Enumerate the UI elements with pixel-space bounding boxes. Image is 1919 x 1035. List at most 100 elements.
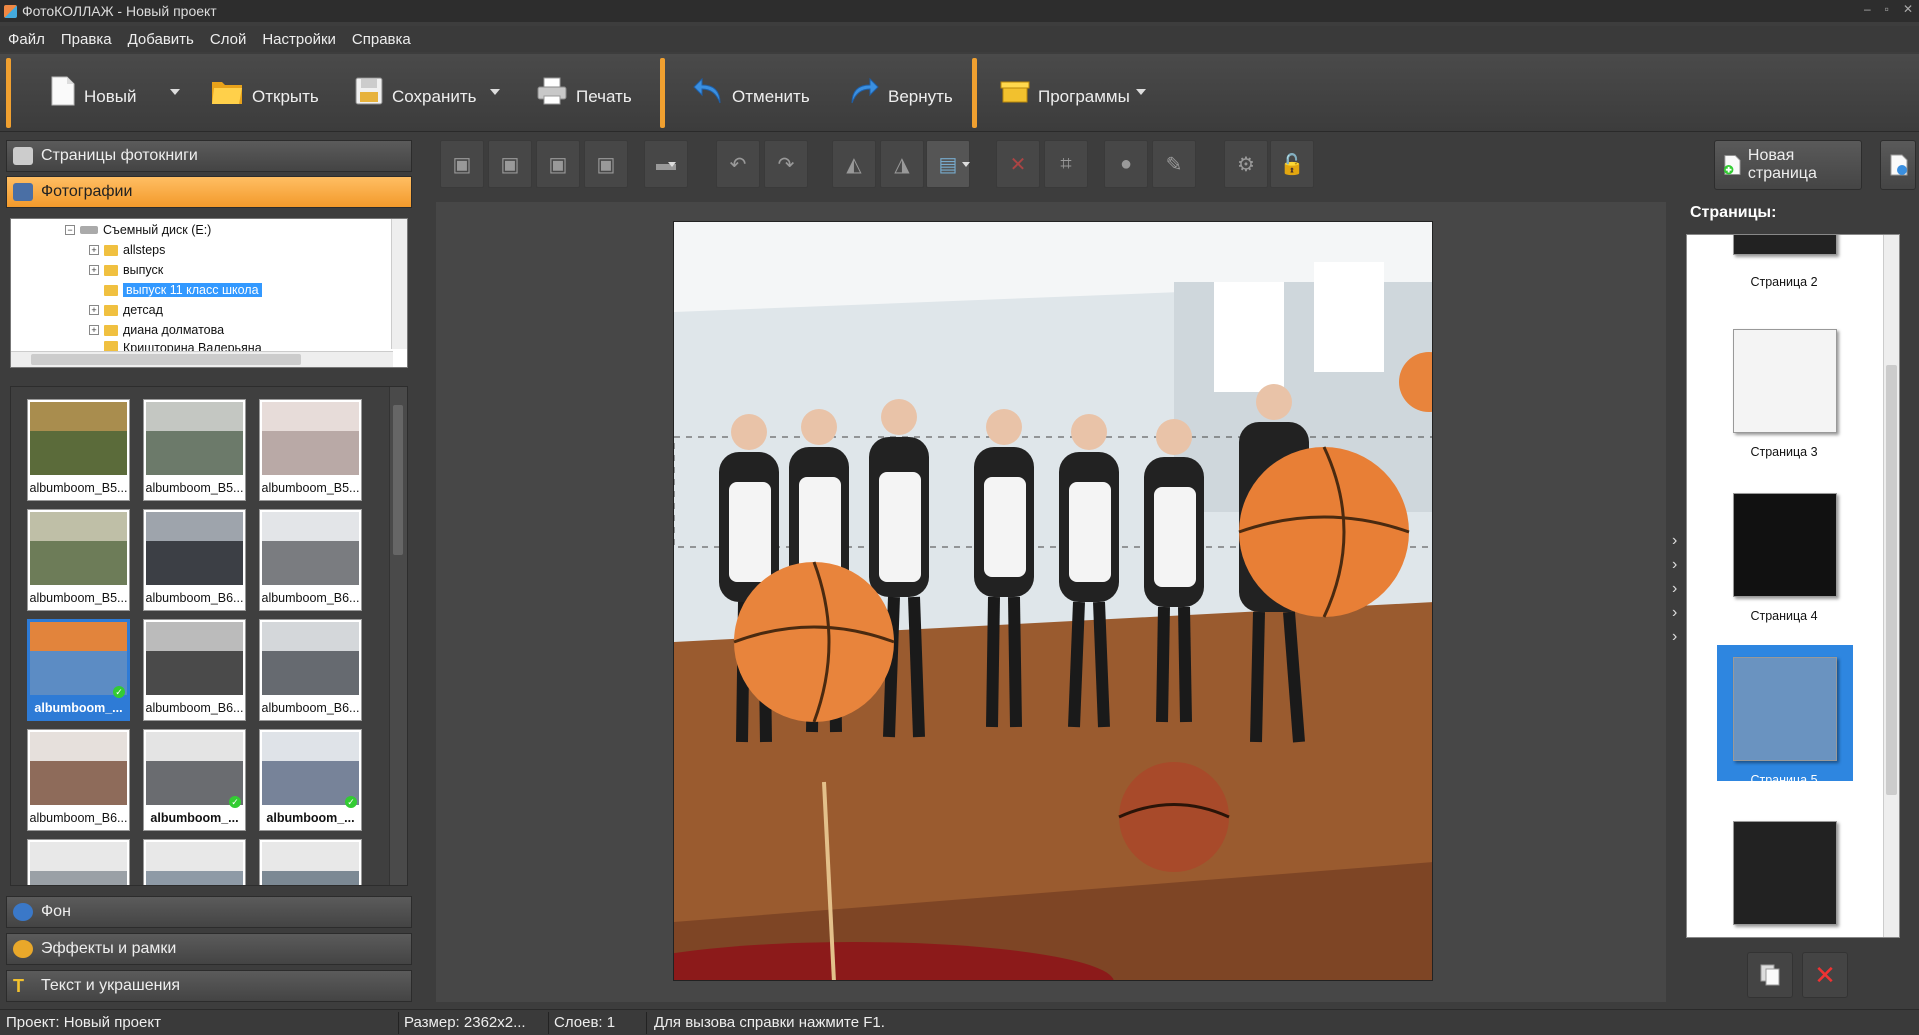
expand-arrow-icon[interactable]: ›	[1672, 532, 1677, 550]
dropdown-caret-icon[interactable]	[962, 162, 970, 167]
photo-thumbnail[interactable]: albumboom_B6...	[143, 619, 246, 721]
scroll-thumb[interactable]	[1886, 365, 1897, 795]
section-photos[interactable]: Фотографии	[6, 176, 412, 208]
scroll-thumb[interactable]	[31, 354, 301, 365]
tree-item-label: Съемный диск (E:)	[103, 223, 212, 237]
rotate-right-button[interactable]: ↷	[764, 140, 808, 188]
delete-button[interactable]: ✕	[996, 140, 1040, 188]
expand-arrow-icon[interactable]: ›	[1672, 628, 1677, 646]
send-back-button[interactable]: ▣	[488, 140, 532, 188]
tree-item-detsad[interactable]: + детсад	[89, 301, 163, 319]
settings-button[interactable]: ⚙	[1224, 140, 1268, 188]
crop-button[interactable]: ⌗	[1044, 140, 1088, 188]
photo-thumbnail[interactable]: albumboom_B6...	[27, 729, 130, 831]
photo-thumbnail[interactable]: albumboom_... ✓	[259, 729, 362, 831]
photo-thumbnail[interactable]: albumboom_B5...	[143, 399, 246, 501]
bring-forward-button[interactable]: ▣	[536, 140, 580, 188]
menu-layer[interactable]: Слой	[210, 31, 246, 48]
expand-arrow-icon[interactable]: ›	[1672, 580, 1677, 598]
align-button[interactable]: ▬	[644, 140, 688, 188]
tree-item-selected-folder[interactable]: выпуск 11 класс школа	[104, 281, 262, 299]
photo-thumbnail[interactable]: albumboom_... ✓	[143, 729, 246, 831]
tree-item-vypusk[interactable]: + выпуск	[89, 261, 163, 279]
flip-horizontal-button[interactable]: ◭	[832, 140, 876, 188]
magic-wand-button[interactable]: ✎	[1152, 140, 1196, 188]
duplicate-page-button[interactable]	[1747, 952, 1793, 998]
photo-thumbnail[interactable]	[143, 839, 246, 885]
page-thumbnail[interactable]	[1733, 329, 1837, 433]
photo-thumbnail[interactable]: albumboom_B6...	[259, 509, 362, 611]
delete-page-button[interactable]: ✕	[1802, 952, 1848, 998]
flip-vertical-button[interactable]: ◮	[880, 140, 924, 188]
expand-icon[interactable]: +	[89, 245, 99, 255]
expand-icon[interactable]: +	[89, 305, 99, 315]
programs-button[interactable]: Программы	[1000, 66, 1130, 116]
thumbnail-caption: albumboom_B6...	[261, 701, 360, 715]
page-thumbnail[interactable]	[1733, 657, 1837, 761]
section-text-decorations[interactable]: T Текст и украшения	[6, 970, 412, 1002]
thumbnails-vertical-scrollbar[interactable]	[389, 387, 407, 885]
menu-edit[interactable]: Правка	[61, 31, 112, 48]
dropdown-caret-icon[interactable]	[668, 162, 676, 167]
new-page-button[interactable]: Новая страница	[1714, 140, 1862, 190]
magic-wand-icon: ✎	[1165, 153, 1183, 176]
section-background[interactable]: Фон	[6, 896, 412, 928]
send-backward-button[interactable]: ▣	[584, 140, 628, 188]
minimize-button[interactable]: –	[1864, 2, 1871, 16]
menu-bar: Файл Правка Добавить Слой Настройки Спра…	[0, 26, 1919, 52]
photo-thumbnail[interactable]: albumboom_B5...	[27, 399, 130, 501]
tree-item-diana[interactable]: + диана долматова	[89, 321, 224, 339]
save-dropdown-icon[interactable]	[490, 89, 500, 95]
section-photobook-pages[interactable]: Страницы фотокниги	[6, 140, 412, 172]
rotate-left-button[interactable]: ↶	[716, 140, 760, 188]
tree-horizontal-scrollbar[interactable]	[11, 351, 393, 367]
pages-list[interactable]: Страница 2 Страница 3 Страница 4 Страница 5…	[1686, 234, 1900, 938]
programs-dropdown-icon[interactable]	[1136, 89, 1146, 95]
save-button[interactable]: Сохранить	[354, 66, 476, 116]
close-window-button[interactable]: ✕	[1903, 2, 1913, 16]
new-dropdown-icon[interactable]	[170, 89, 180, 95]
menu-add[interactable]: Добавить	[128, 31, 194, 48]
menu-help[interactable]: Справка	[352, 31, 411, 48]
undo-button[interactable]: Отменить	[692, 66, 810, 116]
color-button[interactable]: ●	[1104, 140, 1148, 188]
tree-item-label: Кришторина Валерьяна	[123, 341, 262, 351]
redo-button[interactable]: Вернуть	[848, 66, 953, 116]
scroll-thumb[interactable]	[393, 405, 403, 555]
print-button[interactable]: Печать	[536, 66, 632, 116]
page-thumbnail[interactable]	[1733, 821, 1837, 925]
open-button[interactable]: Открыть	[210, 66, 319, 116]
photo-thumbnail[interactable]: albumboom_B6...	[259, 619, 362, 721]
page-settings-button[interactable]	[1880, 140, 1916, 190]
photo-thumbnail[interactable]: albumboom_B5...	[27, 509, 130, 611]
menu-file[interactable]: Файл	[8, 31, 45, 48]
photo-thumbnail[interactable]: albumboom_... ✓	[27, 619, 130, 721]
expand-arrow-icon[interactable]: ›	[1672, 556, 1677, 574]
collage-page-photo[interactable]	[673, 221, 1433, 981]
expand-icon[interactable]: +	[89, 265, 99, 275]
bring-front-button[interactable]: ▣	[440, 140, 484, 188]
new-button[interactable]: Новый	[50, 66, 136, 116]
photo-thumbnail[interactable]	[259, 839, 362, 885]
section-background-label: Фон	[41, 903, 71, 920]
collapse-icon[interactable]: −	[65, 225, 75, 235]
maximize-button[interactable]: ▫	[1885, 2, 1889, 16]
photo-thumbnail[interactable]: albumboom_B6...	[143, 509, 246, 611]
folder-icon	[104, 304, 118, 316]
tree-item-partial[interactable]: Кришторина Валерьяна	[104, 341, 262, 351]
pages-vertical-scrollbar[interactable]	[1883, 235, 1899, 937]
photo-thumbnail[interactable]: albumboom_B5...	[259, 399, 362, 501]
photo-thumbnail[interactable]	[27, 839, 130, 885]
tree-item-drive[interactable]: − Съемный диск (E:)	[65, 221, 211, 239]
page-thumbnail[interactable]	[1733, 493, 1837, 597]
menu-settings[interactable]: Настройки	[262, 31, 336, 48]
expand-arrow-icon[interactable]: ›	[1672, 604, 1677, 622]
page-thumbnail[interactable]	[1733, 235, 1837, 255]
thumbnail-image	[30, 512, 127, 585]
tree-item-allsteps[interactable]: + allsteps	[89, 241, 165, 259]
lock-button[interactable]: 🔓	[1270, 140, 1314, 188]
section-effects-frames[interactable]: Эффекты и рамки	[6, 933, 412, 965]
folder-tree[interactable]: − Съемный диск (E:) + allsteps + выпуск …	[10, 218, 408, 368]
tree-vertical-scrollbar[interactable]	[391, 219, 407, 349]
expand-icon[interactable]: +	[89, 325, 99, 335]
